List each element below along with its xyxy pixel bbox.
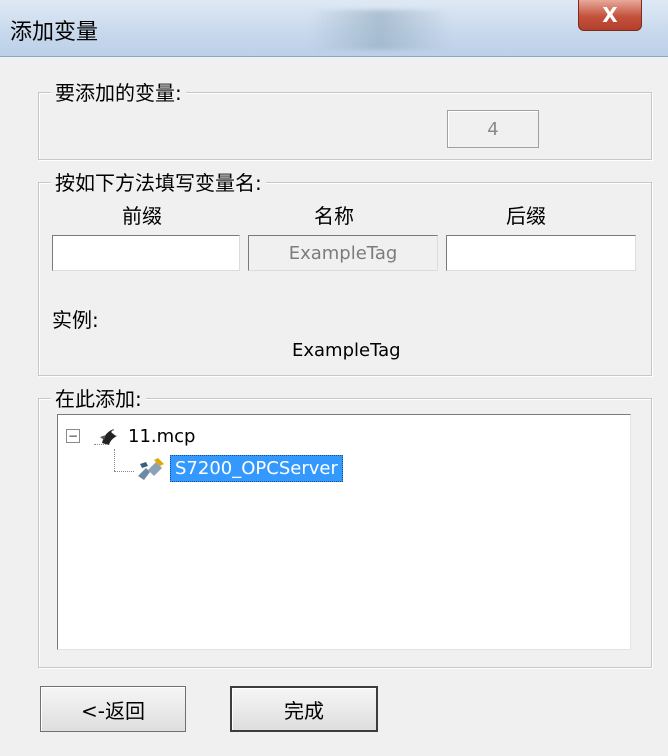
variable-count-group-label: 要添加的变量: xyxy=(51,77,186,106)
tree-node-root-label: 11.mcp xyxy=(128,425,196,447)
example-value: ExampleTag xyxy=(292,340,401,361)
title-bar: 添加变量 X xyxy=(0,0,668,57)
naming-group-label: 按如下方法填写变量名: xyxy=(51,167,266,196)
close-button[interactable]: X xyxy=(578,0,642,31)
tree-node-server[interactable]: S7200_OPCServer xyxy=(136,455,343,482)
location-group-label: 在此添加: xyxy=(51,383,146,412)
finish-button[interactable]: 完成 xyxy=(230,686,378,732)
suffix-column-label: 后缀 xyxy=(506,204,546,228)
window-title: 添加变量 xyxy=(10,20,99,45)
suffix-input[interactable] xyxy=(446,235,636,271)
tree-view[interactable]: − 11.mcp S7200_OPCServer xyxy=(57,414,631,650)
server-icon xyxy=(138,457,164,480)
name-column-label: 名称 xyxy=(314,204,354,228)
variable-count-group: 要添加的变量: xyxy=(38,77,652,160)
tree-node-server-label: S7200_OPCServer xyxy=(170,455,343,482)
example-label: 实例: xyxy=(52,308,99,332)
close-icon: X xyxy=(602,3,618,27)
back-button[interactable]: <-返回 xyxy=(40,686,186,732)
prefix-input[interactable] xyxy=(52,235,240,271)
tree-node-root[interactable]: − 11.mcp xyxy=(66,425,195,447)
name-field: ExampleTag xyxy=(248,235,438,271)
collapse-icon[interactable]: − xyxy=(66,429,80,443)
variable-count-field: 4 xyxy=(447,110,539,148)
prefix-column-label: 前缀 xyxy=(122,204,162,228)
